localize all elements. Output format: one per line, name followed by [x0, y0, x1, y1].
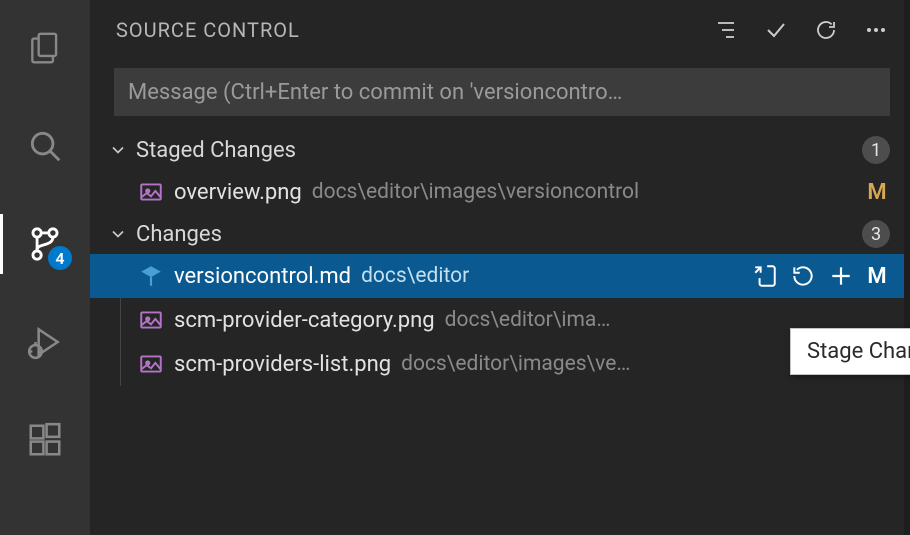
stage-changes-tooltip: Stage Changes [790, 328, 910, 375]
more-actions-button[interactable] [862, 16, 890, 44]
activity-debug[interactable] [0, 312, 90, 372]
commit-placeholder: Message (Ctrl+Enter to commit on 'versio… [128, 80, 622, 105]
goto-file-icon [752, 263, 778, 289]
source-control-panel: SOURCE CONTROL [90, 0, 910, 535]
activity-explorer[interactable] [0, 18, 90, 78]
checkmark-icon [764, 18, 788, 42]
undo-icon [790, 263, 816, 289]
staged-count-badge: 1 [862, 136, 890, 164]
panel-title: SOURCE CONTROL [116, 18, 712, 42]
panel-header-actions [712, 16, 890, 44]
image-file-icon [138, 351, 164, 377]
file-path: docs\editor\ima… [445, 308, 611, 332]
activity-extensions[interactable] [0, 410, 90, 470]
activity-bar: 4 [0, 0, 90, 535]
file-path: docs\editor\images\ve… [401, 352, 630, 376]
changes-count-badge: 3 [862, 220, 890, 248]
status-modified: M [864, 264, 890, 289]
tree-icon [714, 18, 738, 42]
view-as-tree-button[interactable] [712, 16, 740, 44]
extensions-icon [26, 421, 64, 459]
stage-changes-button[interactable] [828, 263, 854, 289]
open-file-button[interactable] [752, 263, 778, 289]
file-row[interactable]: overview.png docs\editor\images\versionc… [90, 170, 910, 214]
discard-changes-button[interactable] [790, 263, 816, 289]
file-name: versioncontrol.md [174, 264, 351, 289]
file-path: docs\editor\images\versioncontrol [312, 180, 639, 204]
commit-message-input[interactable]: Message (Ctrl+Enter to commit on 'versio… [114, 68, 890, 116]
scm-badge: 4 [48, 246, 72, 270]
file-row[interactable]: versioncontrol.md docs\editor M [90, 254, 910, 298]
section-staged-changes[interactable]: Staged Changes 1 [90, 130, 910, 170]
chevron-down-icon [108, 140, 128, 160]
activity-search[interactable] [0, 116, 90, 176]
file-path: docs\editor [361, 264, 469, 288]
file-name: scm-providers-list.png [174, 352, 391, 377]
markdown-file-icon [138, 263, 164, 289]
file-row-actions [752, 263, 854, 289]
file-name: scm-provider-category.png [174, 308, 435, 333]
files-icon [26, 29, 64, 67]
image-file-icon [138, 179, 164, 205]
panel-header: SOURCE CONTROL [90, 0, 910, 60]
refresh-icon [814, 18, 838, 42]
plus-icon [828, 263, 854, 289]
image-file-icon [138, 307, 164, 333]
file-name: overview.png [174, 180, 302, 205]
section-label: Changes [136, 222, 222, 247]
file-row[interactable]: scm-providers-list.png docs\editor\image… [90, 342, 910, 386]
file-row[interactable]: scm-provider-category.png docs\editor\im… [90, 298, 910, 342]
ellipsis-icon [864, 18, 888, 42]
commit-button[interactable] [762, 16, 790, 44]
section-label: Staged Changes [136, 138, 296, 163]
status-modified: M [864, 180, 890, 205]
activity-source-control[interactable]: 4 [0, 214, 90, 274]
chevron-down-icon [108, 224, 128, 244]
refresh-button[interactable] [812, 16, 840, 44]
changes-list: versioncontrol.md docs\editor M scm-prov [90, 254, 910, 386]
search-icon [26, 127, 64, 165]
debug-icon [26, 323, 64, 361]
section-changes[interactable]: Changes 3 [90, 214, 910, 254]
